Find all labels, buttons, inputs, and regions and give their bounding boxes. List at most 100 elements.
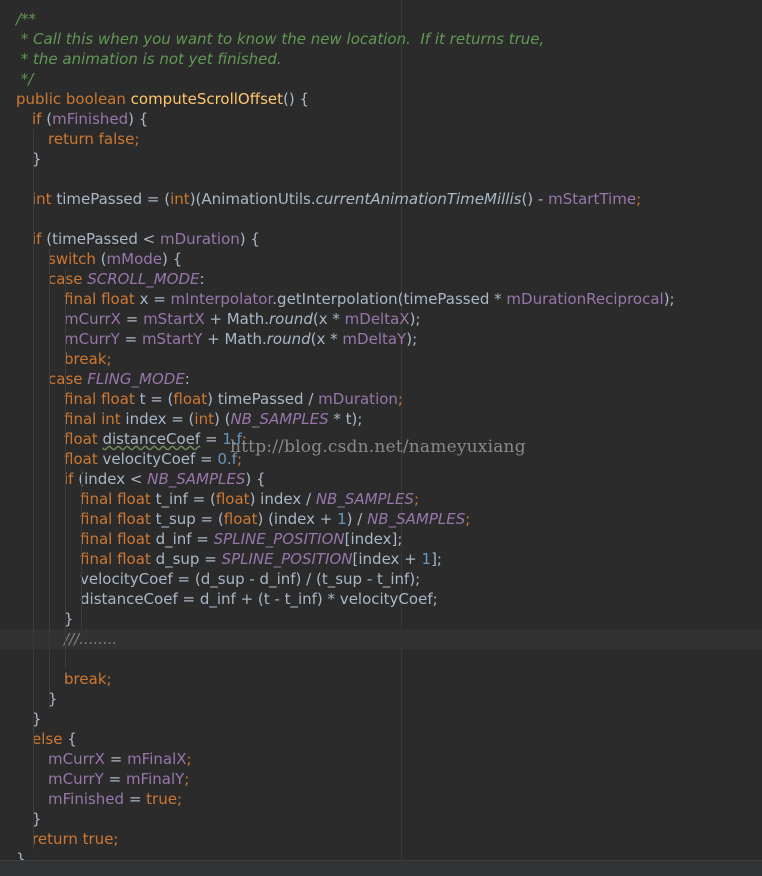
code-line[interactable]: switch (mMode) { — [0, 249, 762, 269]
code-token: ); — [663, 290, 675, 308]
code-line[interactable]: int timePassed = (int)(AnimationUtils.cu… — [0, 189, 762, 209]
code-token: x = — [139, 290, 171, 308]
code-line[interactable]: case SCROLL_MODE: — [0, 269, 762, 289]
code-line[interactable] — [0, 209, 762, 229]
code-token: int — [170, 190, 190, 208]
code-line[interactable]: final int index = (int) (NB_SAMPLES * t)… — [0, 409, 762, 429]
code-token: NB_SAMPLES — [315, 490, 414, 508]
code-line[interactable]: return true; — [0, 829, 762, 849]
code-text: case SCROLL_MODE: — [48, 269, 205, 289]
code-line[interactable]: if (index < NB_SAMPLES) { — [0, 469, 762, 489]
code-line[interactable]: else { — [0, 729, 762, 749]
code-text: int timePassed = (int)(AnimationUtils.cu… — [32, 189, 641, 209]
code-line[interactable]: if (timePassed < mDuration) { — [0, 229, 762, 249]
code-line[interactable]: /** — [0, 9, 762, 29]
code-text: public boolean computeScrollOffset() { — [16, 89, 309, 109]
code-token: break; — [64, 350, 112, 368]
code-token: ) / — [346, 510, 368, 528]
code-line[interactable]: public boolean computeScrollOffset() { — [0, 89, 762, 109]
code-token: mInterpolator — [170, 290, 273, 308]
code-token: float — [64, 430, 103, 448]
code-token: */ — [16, 70, 34, 88]
code-line[interactable]: mCurrX = mStartX + Math.round(x * mDelta… — [0, 309, 762, 329]
code-text: switch (mMode) { — [48, 249, 182, 269]
code-text: float velocityCoef = 0.f; — [64, 449, 242, 469]
code-token: mFinished — [48, 790, 125, 808]
code-line[interactable]: distanceCoef = d_inf + (t - t_inf) * vel… — [0, 589, 762, 609]
code-token: ; — [186, 750, 192, 768]
code-text: final int index = (int) (NB_SAMPLES * t)… — [64, 409, 362, 429]
code-line[interactable] — [0, 169, 762, 189]
code-line[interactable]: } — [0, 689, 762, 709]
code-text: mFinished = true; — [48, 789, 182, 809]
code-line[interactable]: ///........ — [0, 629, 762, 649]
code-text: * Call this when you want to know the ne… — [16, 29, 545, 49]
code-editor[interactable]: /** * Call this when you want to know th… — [0, 0, 762, 876]
code-line[interactable]: mCurrY = mFinalY; — [0, 769, 762, 789]
code-line[interactable]: final float t = (float) timePassed / mDu… — [0, 389, 762, 409]
code-text: else { — [32, 729, 77, 749]
code-token: ///........ — [64, 630, 118, 648]
indent-guide — [49, 249, 50, 709]
code-line[interactable]: */ — [0, 69, 762, 89]
code-text: distanceCoef = d_inf + (t - t_inf) * vel… — [80, 589, 438, 609]
code-token: [index + — [352, 550, 422, 568]
code-text: mCurrX = mStartX + Math.round(x * mDelta… — [64, 309, 420, 329]
code-line[interactable]: * Call this when you want to know the ne… — [0, 29, 762, 49]
horizontal-scrollbar[interactable] — [0, 860, 762, 876]
code-line[interactable]: final float t_sup = (float) (index + 1) … — [0, 509, 762, 529]
code-token: () - — [521, 190, 549, 208]
code-text: if (mFinished) { — [32, 109, 148, 129]
code-token: mFinished — [52, 110, 129, 128]
code-token: final float — [80, 550, 156, 568]
code-token: d_sup = — [155, 550, 222, 568]
code-token: int — [194, 410, 214, 428]
code-line[interactable]: break; — [0, 349, 762, 369]
indent-guide — [33, 129, 34, 849]
code-token: if — [64, 470, 79, 488]
code-line[interactable]: mCurrX = mFinalX; — [0, 749, 762, 769]
code-line[interactable]: final float d_sup = SPLINE_POSITION[inde… — [0, 549, 762, 569]
code-token: velocityCoef = (d_sup - d_inf) / (t_sup … — [80, 570, 421, 588]
code-token: round — [266, 330, 311, 348]
code-line[interactable]: final float x = mInterpolator.getInterpo… — [0, 289, 762, 309]
code-line[interactable]: return false; — [0, 129, 762, 149]
code-line[interactable]: * the animation is not yet finished. — [0, 49, 762, 69]
code-line[interactable]: } — [0, 149, 762, 169]
code-token: 1 — [421, 550, 432, 568]
code-token: case — [48, 270, 88, 288]
code-text: case FLING_MODE: — [48, 369, 190, 389]
code-token: mDeltaY — [342, 330, 407, 348]
code-line[interactable]: final float d_inf = SPLINE_POSITION[inde… — [0, 529, 762, 549]
code-line[interactable]: mFinished = true; — [0, 789, 762, 809]
code-line[interactable]: final float t_inf = (float) index / NB_S… — [0, 489, 762, 509]
code-token: (timePassed < — [46, 230, 161, 248]
code-token: t = ( — [139, 390, 174, 408]
code-token: int — [32, 190, 57, 208]
code-token: mStartX — [143, 310, 205, 328]
code-token: * the animation is not yet finished. — [16, 50, 282, 68]
code-line[interactable]: } — [0, 809, 762, 829]
code-text: final float t_sup = (float) (index + 1) … — [80, 509, 470, 529]
code-token: : — [199, 270, 205, 288]
code-token: velocityCoef = — [102, 450, 218, 468]
code-line[interactable] — [0, 649, 762, 669]
code-line[interactable]: velocityCoef = (d_sup - d_inf) / (t_sup … — [0, 569, 762, 589]
code-line[interactable]: } — [0, 609, 762, 629]
code-token: mDeltaX — [344, 310, 410, 328]
code-line[interactable]: break; — [0, 669, 762, 689]
code-token: float — [64, 450, 103, 468]
code-token: mMode — [106, 250, 162, 268]
watermark: http://blog.csdn.net/nameyuxiang — [230, 437, 526, 457]
code-token: final float — [80, 490, 156, 508]
code-line[interactable]: if (mFinished) { — [0, 109, 762, 129]
code-token: mCurrY — [48, 770, 104, 788]
code-token: final float — [64, 390, 140, 408]
code-token: mCurrX — [64, 310, 121, 328]
code-token: distanceCoef — [102, 430, 201, 448]
code-line[interactable]: mCurrY = mStartY + Math.round(x * mDelta… — [0, 329, 762, 349]
code-line[interactable]: } — [0, 709, 762, 729]
code-line[interactable]: case FLING_MODE: — [0, 369, 762, 389]
code-token: final int — [64, 410, 126, 428]
code-token: if — [32, 230, 47, 248]
